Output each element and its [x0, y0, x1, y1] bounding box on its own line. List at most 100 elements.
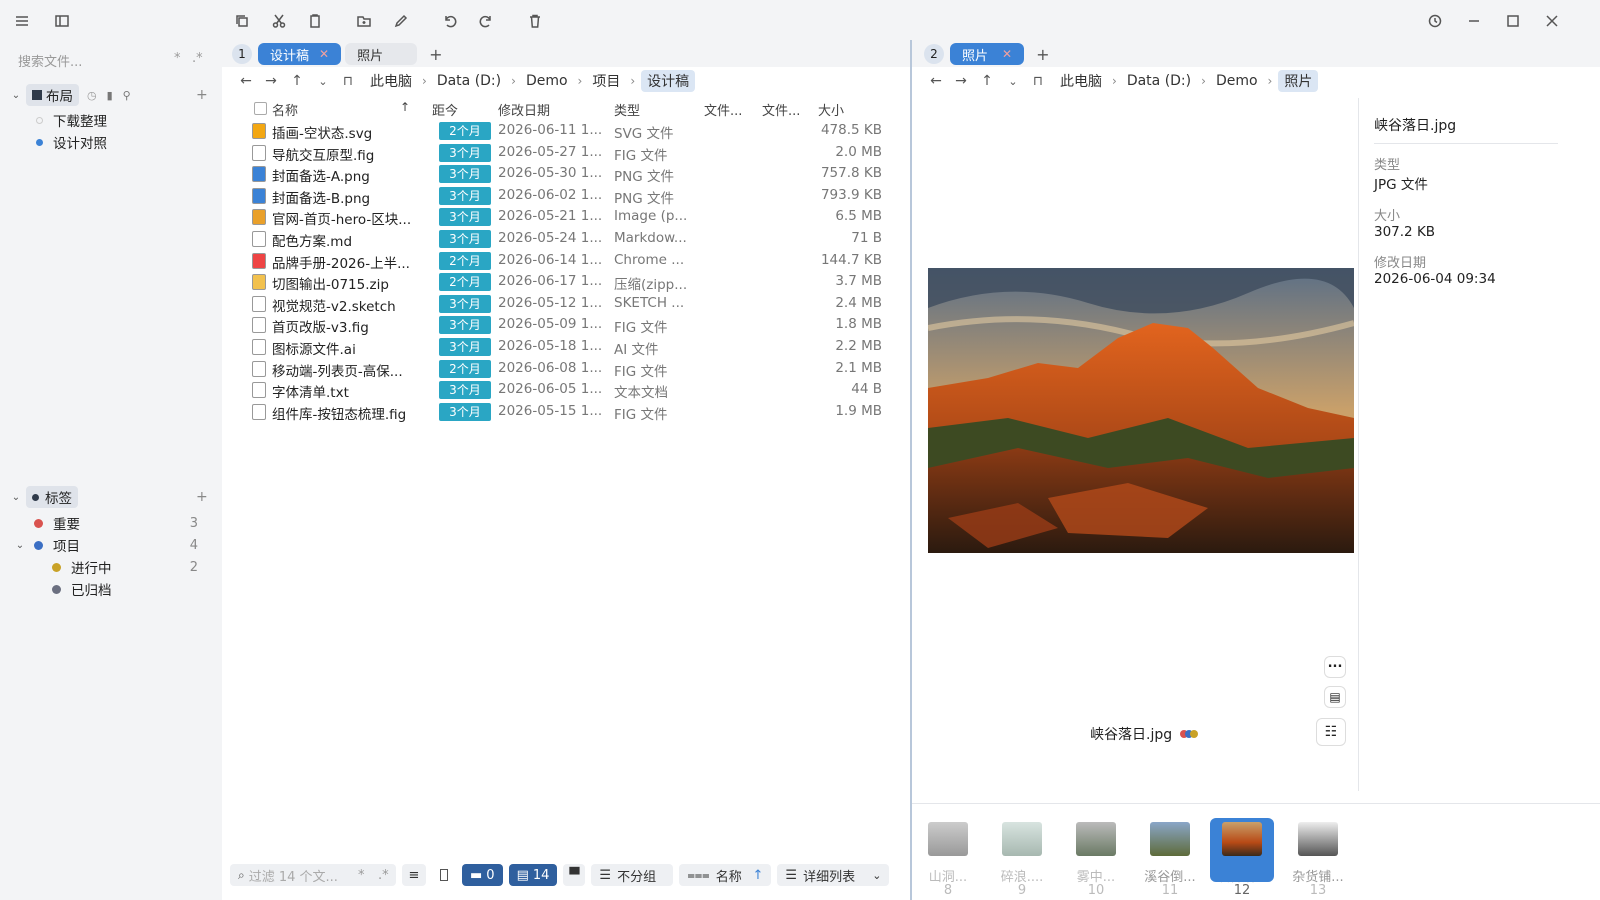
- sort-dropdown[interactable]: ⩶ 名称 ↑: [679, 864, 772, 886]
- sort-direction-icon[interactable]: ↑: [753, 868, 764, 883]
- view-dropdown[interactable]: ☰ 详细列表 ⌄: [777, 864, 890, 886]
- column-header-name[interactable]: 名称: [272, 100, 298, 119]
- tag-item[interactable]: ⌄ 项目 4: [14, 534, 212, 556]
- minimize-icon[interactable]: [1463, 10, 1485, 32]
- thumbnail[interactable]: 杂货铺... 13: [1288, 812, 1348, 900]
- column-header-extra[interactable]: 文件...: [762, 100, 800, 119]
- tab-design[interactable]: 设计稿 ✕: [258, 43, 342, 65]
- select-all-checkbox[interactable]: [254, 102, 267, 115]
- file-row[interactable]: 组件库-按钮态梳理.fig 3个月 2026-05-15 1... FIG 文件 1.9…: [222, 401, 912, 423]
- breadcrumb-item[interactable]: 项目: [592, 71, 620, 91]
- close-tab-icon[interactable]: ✕: [1002, 47, 1012, 61]
- folder-count-badge[interactable]: ▬ 0: [462, 864, 503, 886]
- history-dropdown-icon[interactable]: ⌄: [1000, 75, 1026, 88]
- new-folder-icon[interactable]: [353, 10, 375, 32]
- column-header-age[interactable]: 距今: [432, 100, 458, 119]
- file-row[interactable]: 封面备选-B.png 3个月 2026-06-02 1... PNG 文件 793.9 …: [222, 185, 912, 207]
- redo-icon[interactable]: [475, 10, 497, 32]
- file-row[interactable]: 导航交互原型.fig 3个月 2026-05-27 1... FIG 文件 2.0 MB: [222, 142, 912, 164]
- up-icon[interactable]: ↑: [974, 73, 1000, 89]
- tab-photos[interactable]: 照片: [345, 43, 418, 65]
- thumbnail-selected[interactable]: 峡谷落... 12: [1202, 812, 1282, 900]
- file-row[interactable]: 字体清单.txt 3个月 2026-06-05 1... 文本文档 44 B: [222, 379, 912, 401]
- sidebar-search-input[interactable]: 搜索文件... * .*: [18, 51, 208, 71]
- regex-toggle[interactable]: .*: [378, 868, 389, 883]
- chevron-down-icon[interactable]: ⌄: [10, 90, 22, 101]
- wildcard-toggle[interactable]: *: [174, 51, 181, 66]
- add-tag-icon[interactable]: +: [196, 489, 208, 505]
- layout-section-header[interactable]: ⌄ 布局 ◷ ▮ ⚲ +: [10, 84, 210, 106]
- up-icon[interactable]: ↑: [284, 73, 310, 89]
- list-options-button[interactable]: ≡: [402, 864, 426, 886]
- details-button[interactable]: ▤: [1324, 686, 1346, 708]
- tag-item[interactable]: 已归档: [52, 578, 212, 600]
- pin-icon[interactable]: ⚲: [123, 89, 131, 102]
- tag-item[interactable]: 重要 3: [34, 512, 212, 534]
- select-checkbox[interactable]: [432, 864, 456, 886]
- recent-icon[interactable]: ◷: [87, 89, 97, 102]
- file-count-badge[interactable]: ▤ 14: [508, 864, 558, 886]
- back-icon[interactable]: ←: [924, 73, 948, 89]
- bookmark-icon[interactable]: ⊓: [336, 74, 360, 89]
- sidebar-toggle-icon[interactable]: [51, 10, 73, 32]
- add-layout-icon[interactable]: +: [196, 87, 208, 103]
- tags-section-header[interactable]: ⌄ 标签 +: [10, 486, 210, 508]
- rename-icon[interactable]: [390, 10, 412, 32]
- paste-icon[interactable]: [304, 10, 326, 32]
- file-row[interactable]: 首页改版-v3.fig 3个月 2026-05-09 1... FIG 文件 1.8 M…: [222, 314, 912, 336]
- tags-tab[interactable]: 标签: [26, 486, 78, 508]
- file-row[interactable]: 封面备选-A.png 3个月 2026-05-30 1... PNG 文件 757.8 …: [222, 163, 912, 185]
- breadcrumb-current[interactable]: 照片: [1278, 70, 1319, 92]
- sort-asc-icon[interactable]: ↑: [400, 100, 410, 114]
- bookmark-icon[interactable]: ⊓: [1026, 74, 1050, 89]
- file-row[interactable]: 切图输出-0715.zip 2个月 2026-06-17 1... 压缩(zipp..…: [222, 271, 912, 293]
- filter-input[interactable]: ⌕ 过滤 14 个文... * .*: [230, 864, 396, 886]
- thumbnail[interactable]: 碎浪.... 9: [992, 812, 1052, 900]
- layout-tab[interactable]: 布局: [26, 84, 79, 106]
- new-tab-icon[interactable]: +: [429, 45, 442, 64]
- breadcrumb-item[interactable]: Data (D:): [1127, 73, 1191, 89]
- copy-icon[interactable]: [231, 10, 253, 32]
- undo-icon[interactable]: [439, 10, 461, 32]
- layout-item[interactable]: 设计对照: [36, 131, 107, 153]
- forward-icon[interactable]: →: [258, 73, 284, 89]
- close-icon[interactable]: [1541, 10, 1563, 32]
- column-header-size[interactable]: 大小: [818, 100, 844, 119]
- menu-icon[interactable]: [11, 10, 33, 32]
- regex-toggle[interactable]: .*: [192, 51, 203, 66]
- panel-toggle-button[interactable]: ▀: [563, 864, 586, 886]
- history-icon[interactable]: [1424, 10, 1446, 32]
- breadcrumb-current[interactable]: 设计稿: [641, 70, 696, 92]
- cut-icon[interactable]: [268, 10, 290, 32]
- new-tab-icon[interactable]: +: [1036, 45, 1049, 64]
- wildcard-toggle[interactable]: *: [358, 868, 365, 883]
- bookmark-icon[interactable]: ▮: [107, 89, 113, 102]
- breadcrumb-item[interactable]: 此电脑: [370, 71, 412, 91]
- breadcrumb-item[interactable]: Demo: [526, 73, 568, 89]
- delete-icon[interactable]: [524, 10, 546, 32]
- chevron-down-icon[interactable]: ⌄: [14, 540, 26, 551]
- chevron-down-icon[interactable]: ⌄: [10, 492, 22, 503]
- tab-photos[interactable]: 照片 ✕: [950, 43, 1025, 65]
- breadcrumb-item[interactable]: Data (D:): [437, 73, 501, 89]
- file-row[interactable]: 品牌手册-2026-上半... 2个月 2026-06-14 1... Chrome …: [222, 250, 912, 272]
- back-icon[interactable]: ←: [234, 73, 258, 89]
- more-button[interactable]: ...: [1324, 656, 1346, 678]
- file-row[interactable]: 官网-首页-hero-区块... 3个月 2026-05-21 1... Image …: [222, 206, 912, 228]
- close-tab-icon[interactable]: ✕: [319, 47, 329, 61]
- adjust-button[interactable]: ☷: [1316, 718, 1346, 746]
- file-row[interactable]: 移动端-列表页-高保... 2个月 2026-06-08 1... FIG 文件 2.1…: [222, 358, 912, 380]
- file-row[interactable]: 插画-空状态.svg 2个月 2026-06-11 1... SVG 文件 478.5 …: [222, 120, 912, 142]
- thumbnail[interactable]: 雾中... 10: [1066, 812, 1126, 900]
- tag-item[interactable]: 进行中 2: [52, 556, 212, 578]
- breadcrumb-item[interactable]: 此电脑: [1060, 71, 1102, 91]
- file-row[interactable]: 配色方案.md 3个月 2026-05-24 1... Markdow... 71 B: [222, 228, 912, 250]
- forward-icon[interactable]: →: [948, 73, 974, 89]
- column-header-extra[interactable]: 文件...: [704, 100, 742, 119]
- thumbnail[interactable]: 山洞... 8: [918, 812, 978, 900]
- history-dropdown-icon[interactable]: ⌄: [310, 75, 336, 88]
- thumbnail[interactable]: 溪谷倒... 11: [1140, 812, 1200, 900]
- file-row[interactable]: 图标源文件.ai 3个月 2026-05-18 1... AI 文件 2.2 MB: [222, 336, 912, 358]
- breadcrumb-item[interactable]: Demo: [1216, 73, 1258, 89]
- maximize-icon[interactable]: [1502, 10, 1524, 32]
